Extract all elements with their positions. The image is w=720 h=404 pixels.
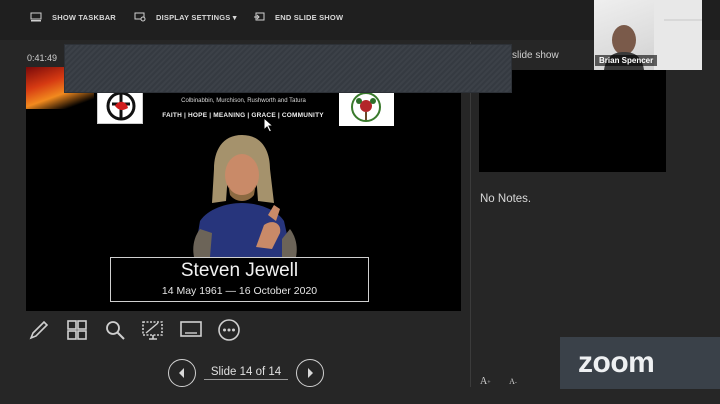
- pen-icon: [29, 320, 49, 340]
- life-dates: 14 May 1961 — 16 October 2020: [161, 285, 318, 297]
- church-logo-right: [339, 89, 394, 126]
- slide-counter[interactable]: Slide 14 of 14: [204, 366, 288, 380]
- more-options-button[interactable]: [217, 318, 241, 342]
- memorial-portrait: [164, 129, 324, 257]
- notes-font-size-controls: A+ A-: [480, 376, 517, 387]
- display-settings-icon: [134, 12, 146, 22]
- slide-motto-text: FAITH | HOPE | MEANING | GRACE | COMMUNI…: [162, 112, 324, 119]
- end-slide-show-label: END SLIDE SHOW: [275, 12, 344, 22]
- zoom-watermark: zoom: [578, 346, 655, 379]
- next-slide-label: slide show: [512, 50, 559, 61]
- next-slide-button[interactable]: [296, 359, 324, 387]
- more-icon: [218, 319, 240, 341]
- grid-icon: [67, 320, 87, 340]
- display-settings-button[interactable]: DISPLAY SETTINGS ▾: [134, 12, 237, 22]
- show-taskbar-button[interactable]: SHOW TASKBAR: [30, 12, 116, 22]
- pen-tool-button[interactable]: [27, 318, 51, 342]
- deceased-name: Steven Jewell: [180, 260, 299, 281]
- see-all-slides-button[interactable]: [65, 318, 89, 342]
- zoom-slide-button[interactable]: [103, 318, 127, 342]
- previous-slide-button[interactable]: [168, 359, 196, 387]
- display-settings-label: DISPLAY SETTINGS ▾: [156, 12, 237, 22]
- chevron-left-icon: [179, 368, 184, 378]
- magnifier-icon: [106, 321, 125, 340]
- show-taskbar-label: SHOW TASKBAR: [52, 12, 116, 22]
- slide-towns-text: Colbinabbin, Murchison, Rushworth and Ta…: [181, 98, 306, 104]
- black-screen-button[interactable]: [179, 318, 203, 342]
- taskbar-icon: [30, 12, 42, 22]
- slide-tools: [27, 318, 255, 342]
- redaction-overlay: [64, 44, 512, 93]
- speaker-notes: No Notes.: [480, 193, 532, 205]
- toggle-subtitles-button[interactable]: [141, 318, 165, 342]
- participant-name-label: Brian Spencer: [595, 55, 658, 66]
- pane-divider[interactable]: [470, 42, 471, 387]
- screen-pointer-icon: [142, 321, 163, 340]
- monitor-icon: [180, 321, 202, 337]
- current-slide[interactable]: Colbinabbin, Murchison, Rushworth and Ta…: [26, 67, 461, 311]
- chevron-right-icon: [308, 368, 313, 378]
- elapsed-timer: 0:41:49: [27, 53, 58, 63]
- name-plate: Steven Jewell 14 May 1961 — 16 October 2…: [110, 257, 369, 302]
- end-show-icon: [253, 12, 265, 22]
- mouse-cursor-icon: [263, 116, 275, 138]
- end-slide-show-button[interactable]: END SLIDE SHOW: [253, 12, 343, 22]
- slide-navigation: Slide 14 of 14: [168, 358, 324, 388]
